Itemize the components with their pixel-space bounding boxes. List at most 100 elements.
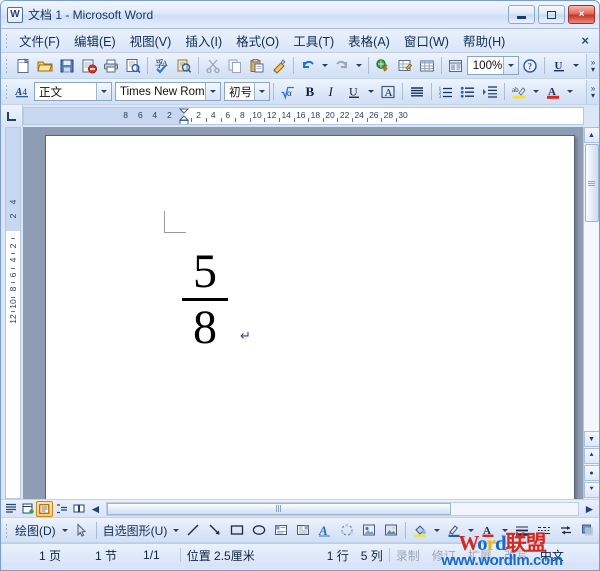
menu-tools[interactable]: 工具(T) — [286, 28, 341, 53]
font-color-icon[interactable]: A — [542, 81, 564, 102]
bullets-icon[interactable] — [457, 81, 479, 102]
print-preview-icon[interactable] — [122, 55, 144, 76]
reading-layout-icon[interactable] — [445, 55, 467, 76]
style-dropdown-arrow[interactable] — [96, 83, 111, 100]
standard-toolbar-overflow-button[interactable]: »▾ — [586, 54, 599, 78]
underline-style-icon[interactable]: U — [548, 55, 570, 76]
status-track-changes[interactable]: 修订 — [426, 547, 462, 564]
menu-window[interactable]: 窗口(W) — [397, 28, 456, 53]
shadow-style-icon[interactable] — [577, 520, 599, 541]
email-icon[interactable] — [78, 55, 100, 76]
indent-marker[interactable] — [179, 108, 189, 124]
underline-style-dropdown-arrow[interactable] — [573, 64, 579, 67]
document-canvas[interactable]: 5 8 ↵ — [23, 127, 583, 499]
line-color-icon[interactable] — [443, 520, 465, 541]
tables-borders-icon[interactable] — [394, 55, 416, 76]
font-dropdown-arrow[interactable] — [205, 83, 220, 100]
vertical-text-box-icon[interactable] — [292, 520, 314, 541]
line-icon[interactable] — [182, 520, 204, 541]
open-folder-icon[interactable] — [34, 55, 56, 76]
dash-style-icon[interactable] — [533, 520, 555, 541]
character-border-icon[interactable]: A — [377, 81, 399, 102]
formatting-toolbar-overflow-button[interactable]: »▾ — [586, 80, 599, 104]
diagram-icon[interactable] — [336, 520, 358, 541]
status-extend-selection[interactable]: 扩展 — [462, 547, 498, 564]
copy-icon[interactable] — [224, 55, 246, 76]
underline-icon[interactable]: U — [343, 81, 365, 102]
undo-icon[interactable] — [297, 55, 319, 76]
vertical-ruler[interactable]: 4224681012 — [1, 127, 23, 499]
scroll-down-button[interactable]: ▼ — [584, 431, 600, 447]
save-icon[interactable] — [56, 55, 78, 76]
line-style-icon[interactable] — [511, 520, 533, 541]
scroll-left-button[interactable]: ◄ — [87, 501, 104, 517]
styles-formatting-icon[interactable]: A4 — [12, 81, 34, 102]
autoshapes-menu-button[interactable]: 自选图形(U) — [100, 522, 171, 539]
formatting-toolbar-grip-handle[interactable] — [3, 83, 10, 100]
menu-format[interactable]: 格式(O) — [229, 28, 286, 53]
draw-menu-dropdown-arrow[interactable] — [62, 529, 68, 532]
font-color-dropdown-arrow[interactable] — [502, 529, 508, 532]
increase-indent-icon[interactable] — [479, 81, 501, 102]
new-document-icon[interactable] — [12, 55, 34, 76]
close-document-button[interactable]: × — [581, 33, 589, 48]
align-justify-icon[interactable] — [406, 81, 428, 102]
document-page[interactable]: 5 8 ↵ — [45, 135, 575, 499]
menu-file[interactable]: 文件(F) — [12, 28, 67, 53]
highlight-icon[interactable]: ab — [508, 81, 530, 102]
zoom-dropdown-arrow[interactable] — [503, 57, 518, 74]
fill-color-dropdown-arrow[interactable] — [434, 529, 440, 532]
vertical-scrollbar[interactable]: ▲ ▼ ⯅ ● ⯆ — [583, 127, 599, 499]
menubar-grip-handle[interactable] — [3, 32, 10, 49]
rectangle-icon[interactable] — [226, 520, 248, 541]
close-button[interactable]: × — [568, 5, 595, 24]
oval-icon[interactable] — [248, 520, 270, 541]
style-combo[interactable]: 正文 — [34, 82, 112, 101]
status-record-macro[interactable]: 录制 — [390, 547, 426, 564]
menu-edit[interactable]: 编辑(E) — [67, 28, 123, 53]
underline-dropdown-arrow[interactable] — [368, 90, 374, 93]
normal-view-icon[interactable] — [2, 501, 19, 517]
font-color-icon[interactable]: A — [477, 520, 499, 541]
status-language[interactable]: 中文 — [534, 547, 570, 564]
outline-view-icon[interactable] — [53, 501, 70, 517]
bold-icon[interactable]: B — [299, 81, 321, 102]
font-size-dropdown-arrow[interactable] — [254, 83, 269, 100]
previous-page-icon[interactable]: ⯅ — [584, 448, 600, 464]
scroll-up-button[interactable]: ▲ — [584, 127, 600, 143]
maximize-button[interactable] — [538, 5, 565, 24]
arrow-style-icon[interactable] — [555, 520, 577, 541]
font-color-dropdown-arrow[interactable] — [567, 90, 573, 93]
line-color-dropdown-arrow[interactable] — [468, 529, 474, 532]
highlight-dropdown-arrow[interactable] — [533, 90, 539, 93]
wordart-icon[interactable]: A — [314, 520, 336, 541]
research-icon[interactable] — [173, 55, 195, 76]
menu-insert[interactable]: 插入(I) — [178, 28, 229, 53]
horizontal-ruler[interactable]: 864224681012141618202224262830 — [23, 107, 584, 125]
minimize-button[interactable] — [508, 5, 535, 24]
spelling-check-icon[interactable]: 孚A — [151, 55, 173, 76]
insert-table-icon[interactable] — [416, 55, 438, 76]
vertical-scroll-track[interactable] — [584, 222, 600, 431]
vertical-scroll-thumb[interactable] — [585, 144, 599, 222]
web-layout-view-icon[interactable] — [19, 501, 36, 517]
horizontal-scroll-track[interactable] — [106, 502, 579, 516]
italic-icon[interactable]: I — [321, 81, 343, 102]
standard-toolbar-grip-handle[interactable] — [3, 57, 10, 74]
hyperlink-icon[interactable] — [372, 55, 394, 76]
cut-scissors-icon[interactable] — [202, 55, 224, 76]
text-box-icon[interactable] — [270, 520, 292, 541]
clip-art-icon[interactable] — [358, 520, 380, 541]
arrow-icon[interactable] — [204, 520, 226, 541]
numbering-icon[interactable]: 123 — [435, 81, 457, 102]
font-combo[interactable]: Times New Roma — [115, 82, 221, 101]
undo-dropdown-arrow[interactable] — [322, 64, 328, 67]
zoom-combo[interactable]: 100% — [467, 56, 519, 75]
reading-layout-view-icon[interactable] — [70, 501, 87, 517]
font-size-combo[interactable]: 初号 — [224, 82, 270, 101]
menu-help[interactable]: 帮助(H) — [456, 28, 512, 53]
picture-icon[interactable] — [380, 520, 402, 541]
next-page-icon[interactable]: ⯆ — [584, 482, 600, 498]
help-icon[interactable]: ? — [519, 55, 541, 76]
drawing-toolbar-grip-handle[interactable] — [3, 522, 10, 539]
